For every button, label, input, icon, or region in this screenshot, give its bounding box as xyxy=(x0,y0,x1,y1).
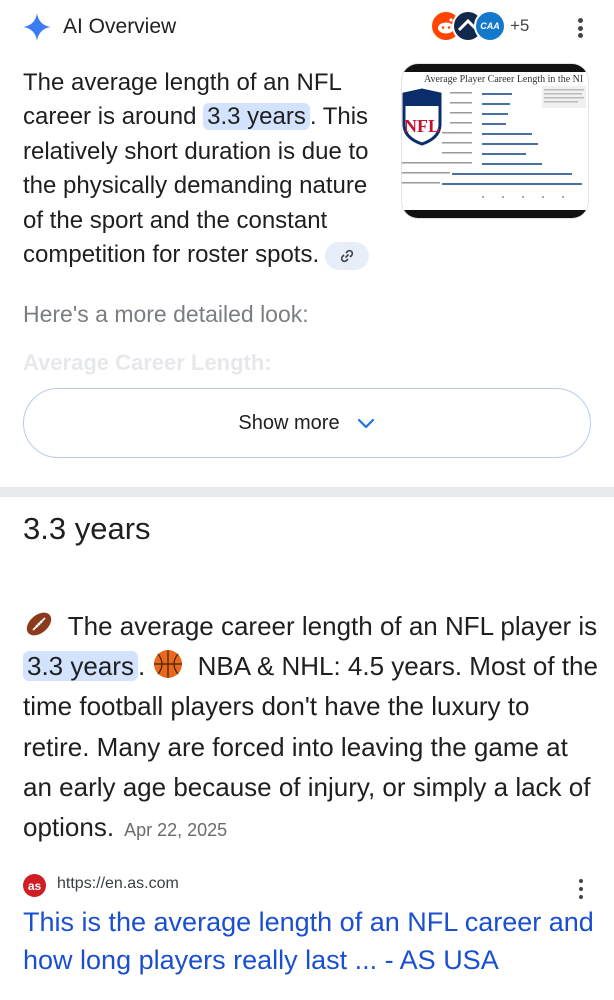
snippet-highlight: 3.3 years xyxy=(23,651,138,682)
faded-subheading: Average Career Length: xyxy=(23,350,272,375)
featured-answer: 3.3 years xyxy=(23,511,151,546)
chart-thumbnail-image[interactable]: Average Player Career Length in the NI N… xyxy=(402,64,588,218)
kebab-menu-icon[interactable] xyxy=(568,14,592,42)
source-url[interactable]: https://en.as.com xyxy=(57,875,179,893)
caa-logo-icon: CAA xyxy=(474,10,506,42)
thumbnail-bars xyxy=(402,86,586,198)
detailed-look-heading: Here's a more detailed look: xyxy=(23,301,309,327)
snippet-text-start: The average career length of an NFL play… xyxy=(61,611,598,641)
ai-overview-title: AI Overview xyxy=(63,15,177,38)
source-count: +5 xyxy=(510,16,530,35)
show-more-button[interactable]: Show more xyxy=(23,388,591,458)
basketball-emoji-icon xyxy=(154,650,183,679)
source-row[interactable]: as https://en.as.com xyxy=(23,874,591,899)
featured-snippet: The average career length of an NFL play… xyxy=(23,606,603,850)
section-divider xyxy=(0,487,614,497)
summary-highlight: 3.3 years xyxy=(203,103,310,131)
sparkle-icon xyxy=(23,13,51,41)
ai-summary-text: The average length of an NFL career is a… xyxy=(23,66,393,272)
show-more-label: Show more xyxy=(238,411,340,434)
result-title-link[interactable]: This is the average length of an NFL car… xyxy=(23,904,603,979)
kebab-menu-icon[interactable] xyxy=(571,876,591,902)
link-icon[interactable] xyxy=(325,241,370,270)
ai-overview-header: AI Overview CAA +5 xyxy=(22,10,592,44)
as-logo-icon: as xyxy=(23,874,46,897)
source-icons-group[interactable]: CAA +5 xyxy=(430,10,534,42)
football-emoji-icon xyxy=(26,612,52,636)
chevron-down-icon xyxy=(357,418,374,429)
snippet-text-mid: . xyxy=(137,651,153,682)
snippet-date: Apr 22, 2025 xyxy=(124,820,228,841)
thumbnail-bottom-bar xyxy=(402,210,588,218)
